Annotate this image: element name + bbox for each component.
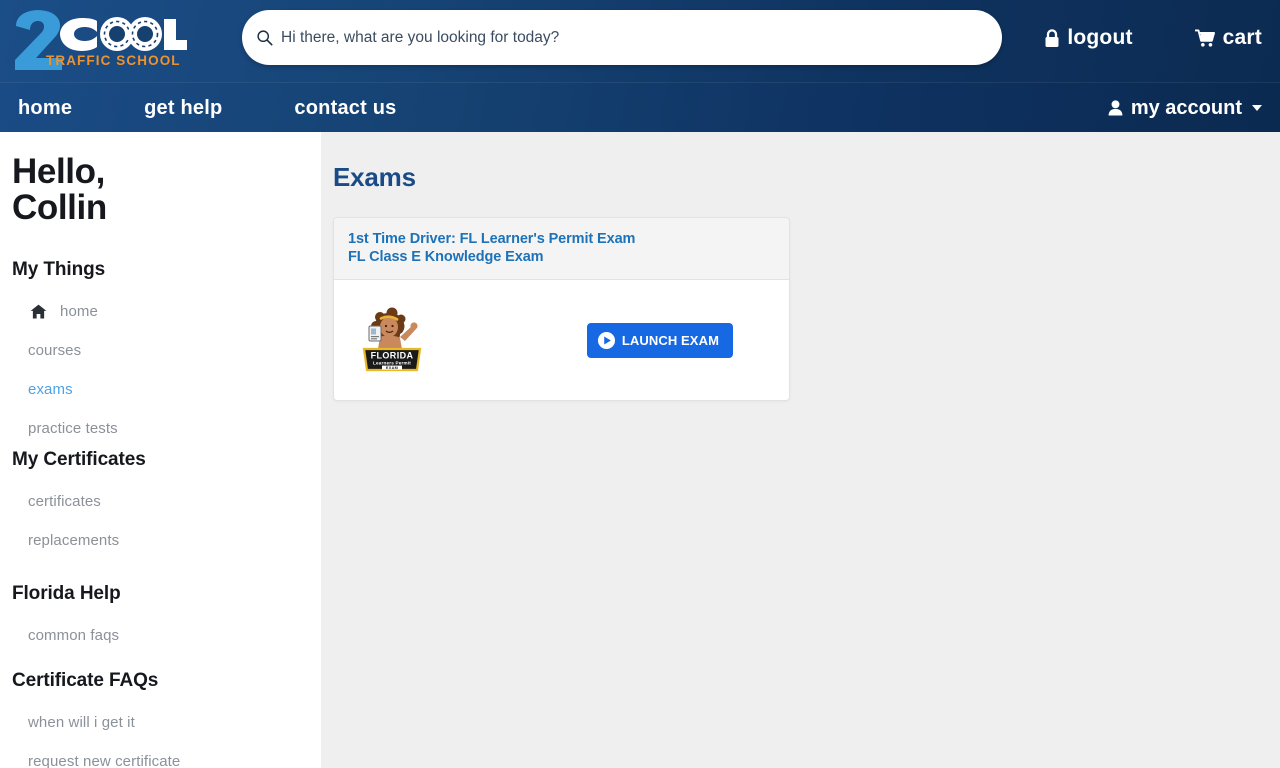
sidebar-item-home-label: home bbox=[60, 303, 98, 321]
sidebar-item-courses-label: courses bbox=[28, 342, 82, 360]
header-actions: logout cart bbox=[1044, 26, 1262, 50]
sidebar: Hello, Collin My Things home courses exa… bbox=[0, 132, 321, 768]
sidebar-item-when-will-i-get-it-label: when will i get it bbox=[28, 714, 135, 732]
nav-account-area: my account bbox=[1108, 83, 1262, 133]
sidebar-item-request-new-certificate[interactable]: request new certificate bbox=[28, 753, 321, 768]
sidebar-section-title-certificate-faqs: Certificate FAQs bbox=[12, 670, 159, 692]
nav-item-contact-us[interactable]: contact us bbox=[294, 97, 396, 120]
my-account-menu[interactable]: my account bbox=[1108, 97, 1262, 120]
sidebar-section-title-florida-help: Florida Help bbox=[12, 583, 121, 605]
logout-link[interactable]: logout bbox=[1044, 26, 1132, 50]
house-icon bbox=[28, 304, 48, 319]
search-bar[interactable] bbox=[242, 10, 1002, 65]
site-header: TRAFFIC SCHOOL logout cart bbox=[0, 0, 1280, 82]
logo-graphic: TRAFFIC SCHOOL bbox=[15, 10, 187, 70]
logout-label: logout bbox=[1067, 26, 1133, 49]
sidebar-item-replacements[interactable]: replacements bbox=[28, 532, 321, 549]
nav-item-home[interactable]: home bbox=[18, 97, 72, 120]
florida-learners-permit-exam-badge-icon: FLORIDA Learners Permit EXAM bbox=[356, 304, 428, 376]
my-account-label: my account bbox=[1130, 96, 1242, 119]
cart-link[interactable]: cart bbox=[1194, 26, 1262, 50]
sidebar-section-title-my-certificates: My Certificates bbox=[12, 449, 146, 471]
sidebar-item-courses[interactable]: courses bbox=[28, 342, 321, 359]
svg-text:FLORIDA: FLORIDA bbox=[371, 351, 414, 361]
exam-card-title-line-1: 1st Time Driver: FL Learner's Permit Exa… bbox=[348, 231, 636, 247]
search-icon bbox=[257, 30, 273, 46]
page-body: Hello, Collin My Things home courses exa… bbox=[0, 132, 1280, 768]
chevron-down-icon bbox=[1252, 105, 1262, 111]
svg-text:Learners Permit: Learners Permit bbox=[373, 361, 411, 366]
sidebar-item-replacements-label: replacements bbox=[28, 532, 120, 550]
sidebar-item-request-new-certificate-label: request new certificate bbox=[28, 753, 181, 768]
sidebar-section-title-my-things: My Things bbox=[12, 259, 106, 281]
lock-icon bbox=[1045, 28, 1059, 47]
sidebar-item-when-will-i-get-it[interactable]: when will i get it bbox=[28, 714, 321, 731]
sidebar-item-practice-tests[interactable]: practice tests bbox=[28, 420, 321, 437]
sidebar-item-exams[interactable]: exams bbox=[28, 381, 321, 398]
search-input[interactable] bbox=[281, 28, 986, 47]
exam-card: 1st Time Driver: FL Learner's Permit Exa… bbox=[333, 217, 790, 402]
svg-text:EXAM: EXAM bbox=[386, 366, 398, 370]
nav-item-get-help[interactable]: get help bbox=[144, 97, 222, 120]
svg-text:TRAFFIC SCHOOL: TRAFFIC SCHOOL bbox=[46, 53, 181, 68]
main-navigation: home get help contact us my account bbox=[0, 82, 1280, 132]
play-circle-icon bbox=[597, 331, 615, 349]
sidebar-item-certificates[interactable]: certificates bbox=[28, 493, 321, 510]
sidebar-item-home[interactable]: home bbox=[28, 303, 321, 320]
greeting-line-1: Hello, bbox=[12, 152, 105, 191]
exam-card-header: 1st Time Driver: FL Learner's Permit Exa… bbox=[334, 218, 789, 281]
exam-card-title-line-2: FL Class E Knowledge Exam bbox=[348, 249, 544, 266]
sidebar-item-exams-label: exams bbox=[28, 381, 73, 399]
nav-links: home get help contact us bbox=[18, 83, 396, 133]
greeting-line-2: Collin bbox=[12, 187, 107, 227]
sidebar-item-common-faqs-label: common faqs bbox=[28, 627, 120, 645]
page-title: Exams bbox=[333, 162, 416, 192]
launch-exam-label: LAUNCH EXAM bbox=[621, 332, 719, 348]
sidebar-item-common-faqs[interactable]: common faqs bbox=[28, 627, 321, 644]
main-content: Exams 1st Time Driver: FL Learner's Perm… bbox=[321, 132, 1280, 768]
site-logo[interactable]: TRAFFIC SCHOOL bbox=[12, 8, 187, 72]
cart-label: cart bbox=[1222, 26, 1262, 49]
launch-exam-button[interactable]: LAUNCH EXAM bbox=[586, 322, 733, 358]
user-icon bbox=[1108, 100, 1123, 116]
greeting: Hello, Collin bbox=[12, 154, 321, 225]
sidebar-item-practice-tests-label: practice tests bbox=[28, 420, 118, 438]
sidebar-item-certificates-label: certificates bbox=[28, 493, 101, 511]
exam-card-body: FLORIDA Learners Permit EXAM LAUNCH EXAM bbox=[334, 280, 789, 400]
shopping-cart-icon bbox=[1194, 28, 1215, 47]
